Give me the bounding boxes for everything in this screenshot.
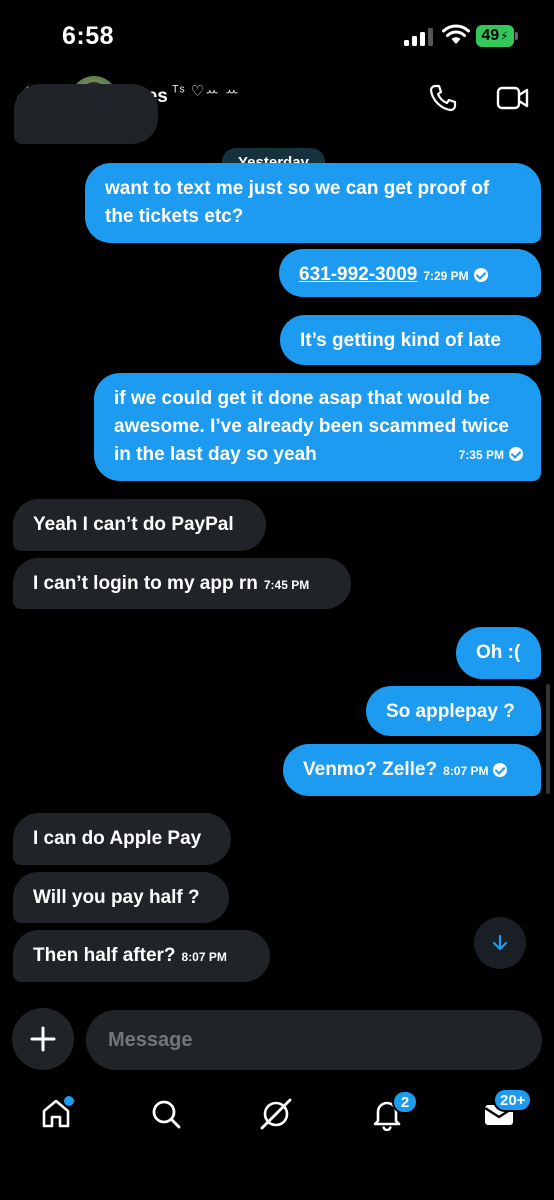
message-timestamp: 7:29 PM (423, 269, 469, 283)
tab-grok[interactable] (256, 1094, 296, 1134)
message-bubble-received[interactable]: Then half after? 8:07 PM (13, 930, 270, 982)
message-bubble-sent[interactable]: Venmo? Zelle? 8:07 PM (283, 744, 541, 796)
add-attachment-button[interactable] (12, 1008, 74, 1070)
message-bubble-received[interactable]: I can do Apple Pay (13, 813, 231, 865)
message-text: So applepay ? (386, 701, 515, 722)
bottom-tab-bar: 2 20+ (0, 1080, 554, 1200)
message-text: if we could get it done asap that would … (114, 388, 509, 465)
message-bubble-received[interactable]: Will you pay half ? (13, 872, 229, 923)
message-composer (0, 1000, 554, 1080)
video-camera-icon[interactable] (496, 85, 530, 111)
wifi-icon (442, 24, 470, 44)
message-input[interactable] (86, 1010, 542, 1070)
battery-level: 49 (481, 27, 500, 44)
phone-number-link[interactable]: 631-992-3009 (299, 264, 417, 285)
message-bubble-sent[interactable]: Oh :( (456, 627, 541, 679)
tab-search[interactable] (146, 1094, 186, 1134)
message-bubble-received[interactable]: I can’t login to my app rn 7:45 PM (13, 558, 351, 609)
message-text: Venmo? Zelle? (303, 759, 438, 780)
message-bubble-sent[interactable]: So applepay ? (366, 686, 541, 736)
message-text: It’s getting kind of late (300, 330, 501, 351)
message-bubble-sent[interactable]: want to text me just so we can get proof… (85, 163, 541, 243)
home-notification-dot (62, 1094, 76, 1108)
cellular-signal-icon (404, 28, 434, 46)
message-text: I can do Apple Pay (33, 828, 202, 849)
message-text: Oh :( (476, 642, 521, 663)
message-text: I can’t login to my app rn (33, 573, 258, 594)
search-icon (152, 1100, 181, 1129)
message-bubble-sent[interactable]: 631-992-3009 7:29 PM (279, 249, 541, 297)
read-receipt-icon (509, 447, 523, 461)
battery-cap (515, 32, 518, 40)
notifications-badge: 2 (392, 1090, 418, 1114)
message-text: Yeah I can’t do PayPal (33, 514, 234, 535)
scroll-to-bottom-button[interactable] (474, 917, 526, 969)
read-receipt-icon (473, 268, 488, 282)
message-bubble-sent[interactable]: if we could get it done asap that would … (94, 373, 541, 481)
message-thread[interactable]: Yesterday want to text me just so we can… (0, 84, 554, 1000)
messages-badge: 20+ (493, 1088, 533, 1112)
message-timestamp: 7:35 PM (458, 448, 504, 462)
tab-messages[interactable]: 20+ (479, 1088, 533, 1134)
message-timestamp: 8:07 PM (443, 764, 489, 778)
message-timestamp: 7:45 PM (263, 578, 310, 592)
scrollbar[interactable] (546, 684, 550, 794)
tab-notifications[interactable]: 2 (367, 1090, 418, 1134)
contact-name-decoration: ᵀˢ ♡ꕀ ꕀ (172, 83, 240, 100)
tab-home[interactable] (36, 1094, 76, 1134)
message-text: Will you pay half ? (33, 887, 200, 908)
charging-bolt-icon: ⚡ (500, 29, 509, 43)
partial-message-bubble (14, 84, 158, 144)
status-bar: 6:58 49 ⚡ (0, 0, 554, 72)
status-time: 6:58 (62, 22, 115, 50)
message-bubble-sent[interactable]: It’s getting kind of late (280, 315, 541, 365)
read-receipt-icon (493, 763, 508, 777)
message-timestamp: 8:07 PM (181, 950, 227, 964)
arrow-down-icon (492, 934, 508, 951)
message-bubble-received[interactable]: Yeah I can’t do PayPal (13, 499, 266, 551)
phone-icon[interactable] (428, 83, 458, 113)
battery-indicator: 49 ⚡ (476, 25, 514, 47)
grok-icon (260, 1098, 292, 1130)
message-text: want to text me just so we can get proof… (105, 178, 490, 227)
message-text: Then half after? (33, 945, 176, 966)
plus-icon (30, 1026, 56, 1052)
